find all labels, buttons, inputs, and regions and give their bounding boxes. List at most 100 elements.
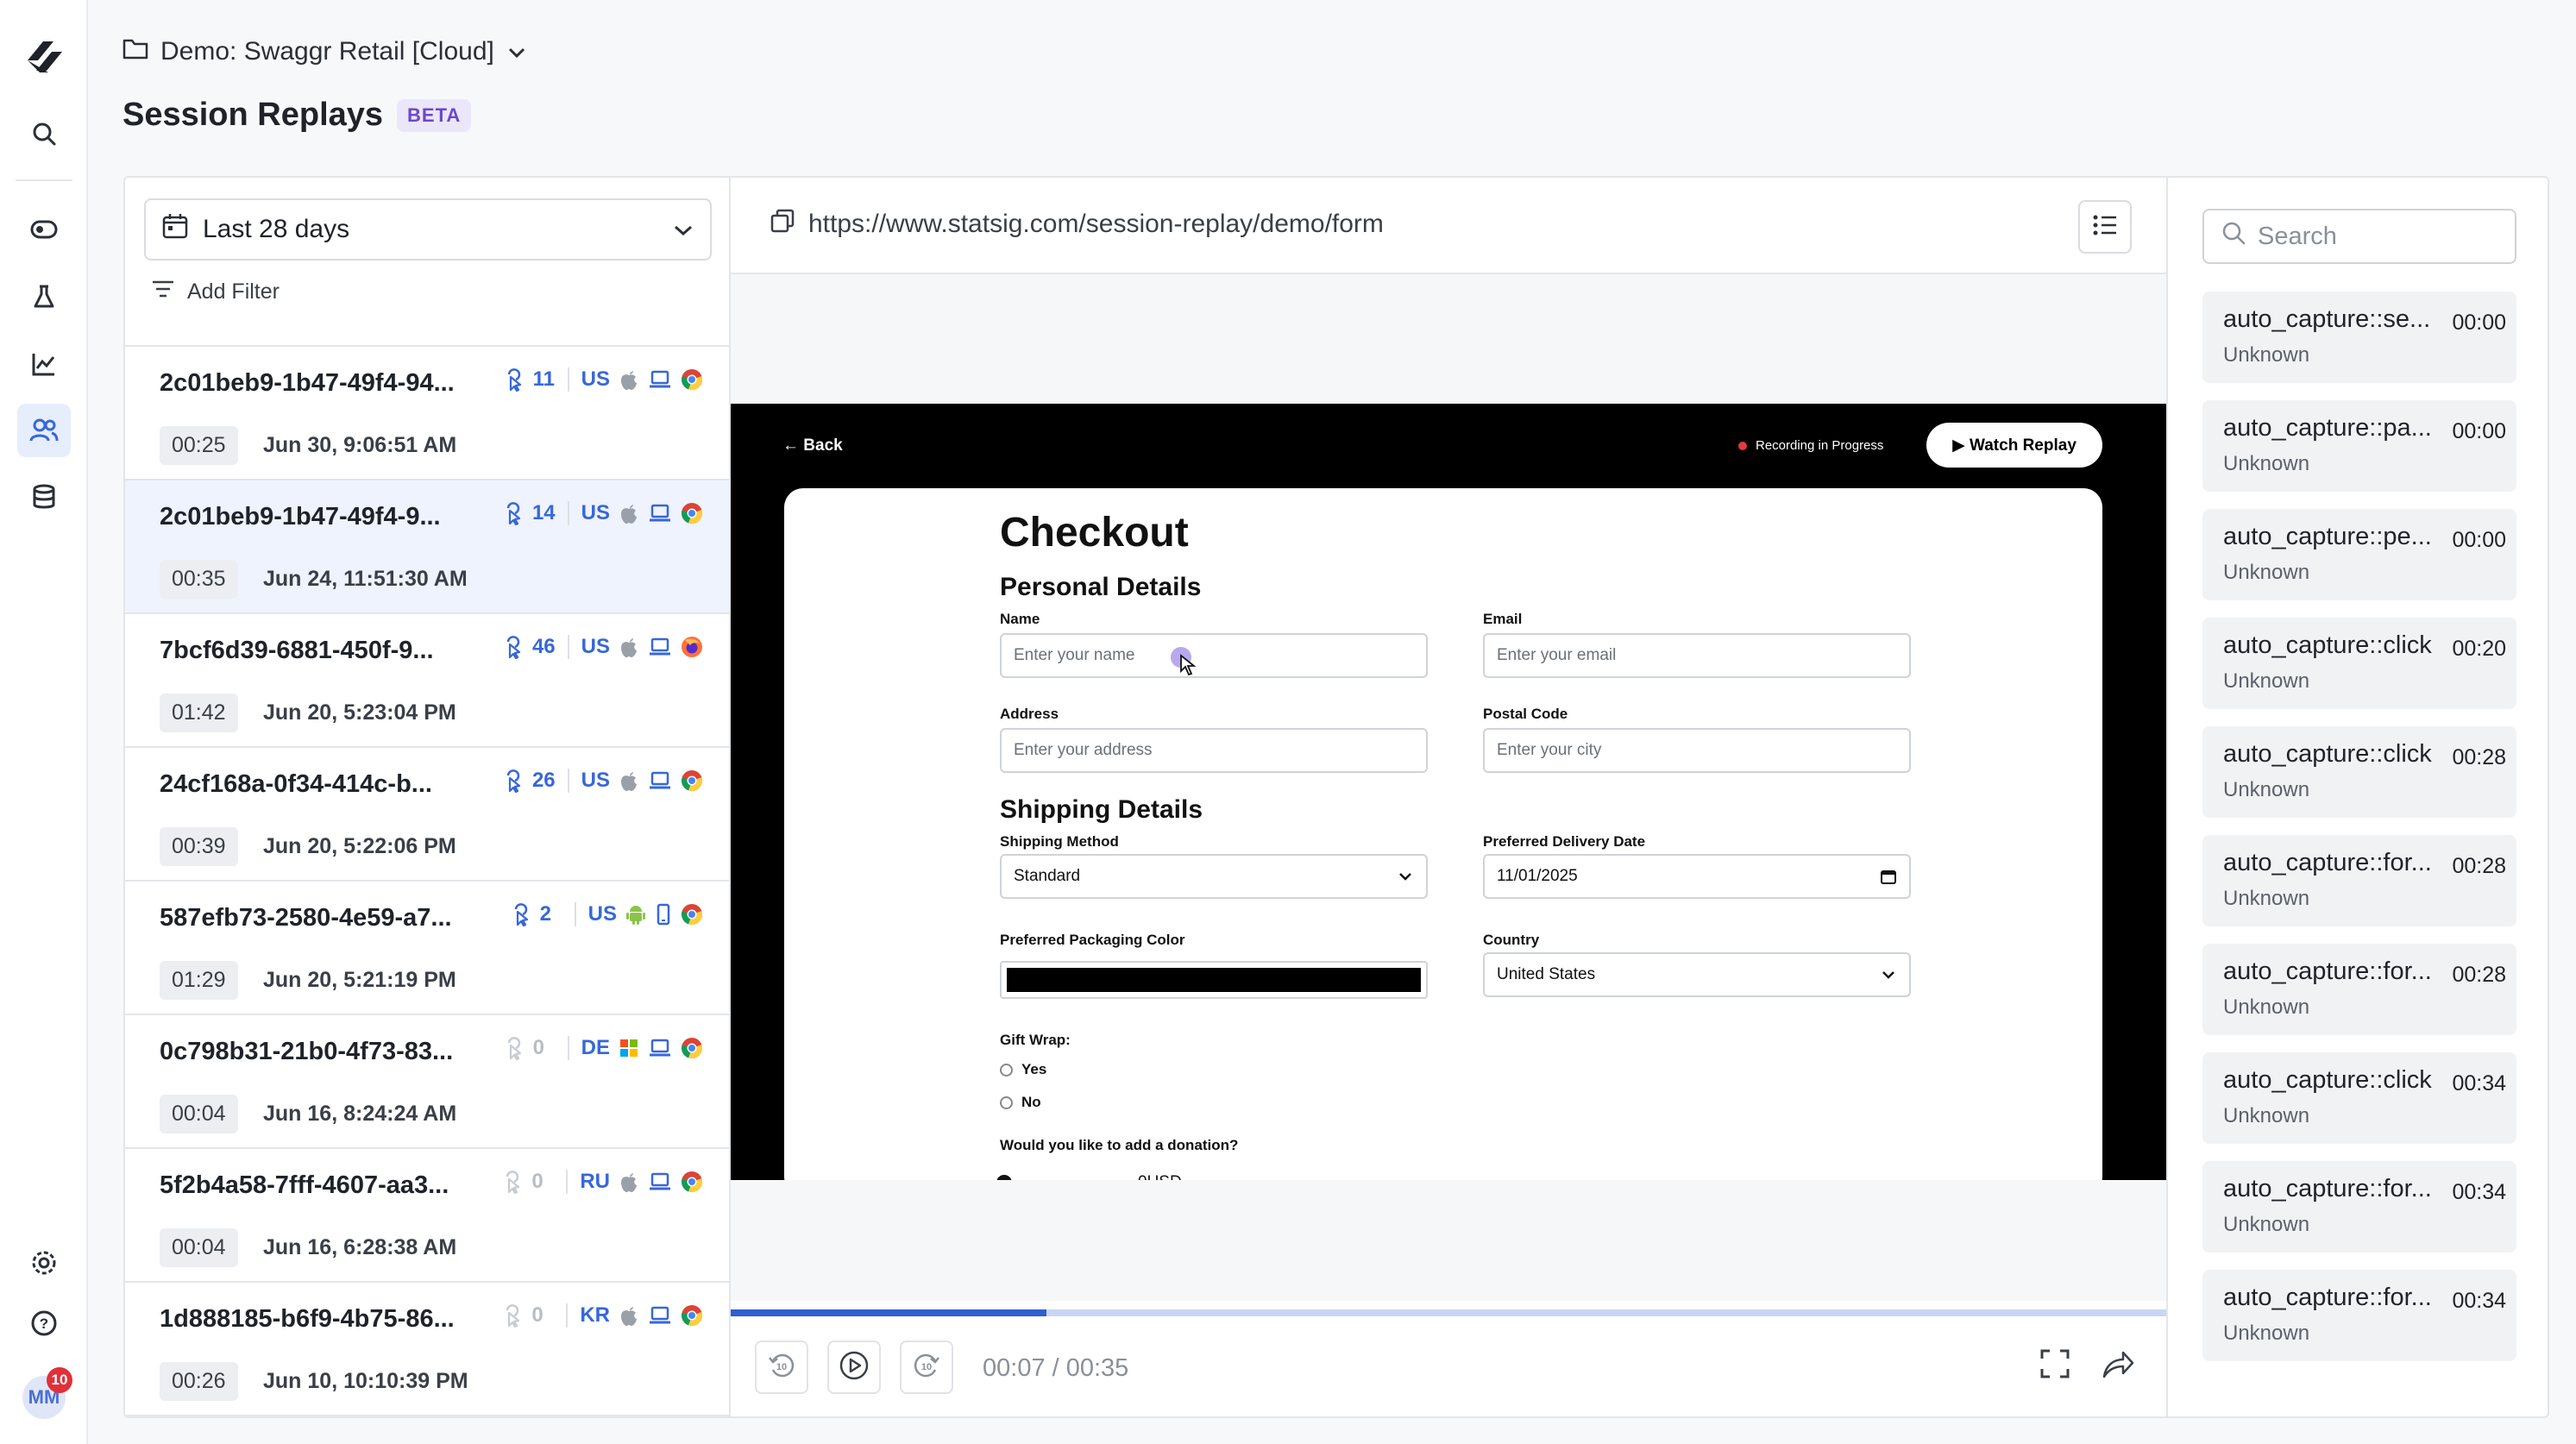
- event-item[interactable]: auto_capture::for... 00:28 Unknown: [2202, 944, 2516, 1035]
- watch-replay-button: ▶ Watch Replay: [1926, 423, 2102, 468]
- copy-icon[interactable]: [770, 209, 795, 240]
- radio-icon: [1000, 1096, 1013, 1109]
- session-meta: 0 KR: [499, 1303, 703, 1328]
- event-item[interactable]: auto_capture::click 00:34 Unknown: [2202, 1052, 2516, 1144]
- shipping-details-heading: Shipping Details: [1000, 795, 1203, 824]
- click-icon: [500, 367, 525, 392]
- divider: [567, 501, 569, 525]
- play-button[interactable]: [827, 1340, 881, 1394]
- session-duration: 01:42: [160, 694, 238, 732]
- recording-dot-icon: [1738, 441, 1747, 450]
- session-id: 0c798b31-21b0-4f73-83...: [160, 1038, 454, 1065]
- click-count: 0: [532, 1036, 545, 1059]
- list-icon: [2092, 214, 2118, 241]
- forward-10-icon: 10: [912, 1351, 941, 1384]
- analytics-chart-icon[interactable]: [27, 347, 61, 381]
- divider: [567, 769, 569, 793]
- session-row[interactable]: 0c798b31-21b0-4f73-83... 0 DE 00:04 Jun 16, …: [125, 1015, 729, 1149]
- beta-badge: BETA: [397, 98, 472, 132]
- chevron-down-icon: [1397, 868, 1414, 890]
- add-filter-label: Add Filter: [187, 279, 280, 304]
- event-subtitle: Unknown: [2223, 778, 2310, 801]
- replay-player-pane: https://www.statsig.com/session-replay/d…: [731, 178, 2166, 1416]
- event-time: 00:34: [2452, 1071, 2506, 1096]
- country-code: US: [581, 367, 610, 391]
- click-icon: [499, 1170, 523, 1194]
- replay-url[interactable]: https://www.statsig.com/session-replay/d…: [770, 209, 1384, 240]
- session-meta: 0 RU: [499, 1170, 703, 1194]
- event-subtitle: Unknown: [2223, 561, 2310, 584]
- experiments-flask-icon[interactable]: [27, 279, 61, 314]
- database-icon[interactable]: [27, 480, 61, 514]
- chrome-icon: [681, 903, 703, 926]
- laptop-icon: [648, 503, 672, 524]
- event-name: auto_capture::for...: [2223, 1175, 2432, 1202]
- users-icon[interactable]: [17, 404, 71, 457]
- session-timestamp: Jun 20, 5:21:19 PM: [263, 968, 456, 992]
- feature-gates-icon[interactable]: [27, 212, 61, 247]
- personal-details-heading: Personal Details: [1000, 573, 1202, 601]
- click-count: 0: [531, 1303, 543, 1327]
- notification-count-badge: 10: [47, 1367, 72, 1393]
- rewind-10-button[interactable]: 10: [755, 1340, 808, 1394]
- session-row[interactable]: 5f2b4a58-7fff-4607-aa3... 0 RU 00:04 Jun 16,…: [125, 1149, 729, 1283]
- session-row[interactable]: 587efb73-2580-4e59-a7... 2 US 01:29 Jun 20, …: [125, 882, 729, 1015]
- event-item[interactable]: auto_capture::for... 00:28 Unknown: [2202, 835, 2516, 926]
- country-code: US: [581, 769, 610, 792]
- event-name: auto_capture::click: [2223, 1066, 2432, 1094]
- replay-progress-bar[interactable]: [731, 1309, 2166, 1316]
- svg-text:?: ?: [40, 1315, 48, 1332]
- country-value: United States: [1497, 965, 1596, 983]
- player-controls: 10 10 00:07 / 00:35: [731, 1334, 2166, 1403]
- event-search-input[interactable]: Search: [2202, 209, 2516, 264]
- event-item[interactable]: auto_capture::pe... 00:00 Unknown: [2202, 509, 2516, 600]
- help-icon[interactable]: ?: [27, 1306, 61, 1340]
- workspace-switcher[interactable]: Demo: Swaggr Retail [Cloud]: [123, 35, 527, 69]
- divider: [574, 902, 576, 926]
- session-list: 2c01beb9-1b47-49f4-94... 11 US 00:25 Jun 30,…: [125, 345, 729, 1416]
- svg-text:10: 10: [921, 1362, 932, 1372]
- session-id: 5f2b4a58-7fff-4607-aa3...: [160, 1171, 449, 1199]
- event-item[interactable]: auto_capture::pa... 00:00 Unknown: [2202, 400, 2516, 492]
- event-list: auto_capture::se... 00:00 Unknownauto_capt…: [2202, 292, 2516, 1378]
- event-name: auto_capture::pe...: [2223, 523, 2432, 550]
- session-id: 2c01beb9-1b47-49f4-94...: [160, 369, 455, 397]
- rail-divider: [16, 179, 72, 181]
- event-list-toggle-button[interactable]: [2078, 200, 2132, 254]
- apple-icon: [619, 769, 639, 792]
- fullscreen-icon[interactable]: [2039, 1347, 2071, 1384]
- session-id: 7bcf6d39-6881-450f-9...: [160, 637, 434, 664]
- session-row[interactable]: 2c01beb9-1b47-49f4-94... 11 US 00:25 Jun 30,…: [125, 347, 729, 480]
- session-meta: 2 US: [507, 902, 703, 926]
- session-row[interactable]: 1d888185-b6f9-4b75-86... 0 KR 00:26 Jun 10, …: [125, 1283, 729, 1416]
- replay-viewport[interactable]: ← Back Recording in Progress ▶ Watch Rep…: [731, 404, 2166, 1180]
- settings-gear-icon[interactable]: [27, 1246, 61, 1280]
- session-duration: 01:29: [160, 961, 238, 1000]
- calendar-icon: [1880, 868, 1897, 890]
- event-item[interactable]: auto_capture::click 00:28 Unknown: [2202, 726, 2516, 818]
- event-item[interactable]: auto_capture::for... 00:34 Unknown: [2202, 1270, 2516, 1361]
- share-icon[interactable]: [2101, 1347, 2135, 1384]
- search-icon[interactable]: [27, 116, 61, 151]
- apple-icon: [619, 1171, 639, 1193]
- add-filter-button[interactable]: Add Filter: [151, 279, 280, 304]
- statsig-logo-icon[interactable]: [22, 35, 66, 78]
- country-label: Country: [1483, 932, 1540, 948]
- session-duration: 00:26: [160, 1362, 238, 1401]
- date-range-select[interactable]: Last 28 days: [144, 198, 712, 261]
- user-avatar[interactable]: MM 10: [22, 1367, 72, 1419]
- session-row[interactable]: 24cf168a-0f34-414c-b... 26 US 00:39 Jun 20, …: [125, 748, 729, 882]
- checkout-form: Checkout Personal Details Name Enter you…: [784, 488, 2102, 1180]
- click-icon: [499, 501, 524, 525]
- country-code: US: [581, 635, 610, 658]
- event-item[interactable]: auto_capture::se... 00:00 Unknown: [2202, 292, 2516, 383]
- session-row[interactable]: 7bcf6d39-6881-450f-9... 46 US 01:42 Jun 20, …: [125, 614, 729, 748]
- event-item[interactable]: auto_capture::for... 00:34 Unknown: [2202, 1161, 2516, 1253]
- event-item[interactable]: auto_capture::click 00:20 Unknown: [2202, 618, 2516, 709]
- event-list-pane: Search auto_capture::se... 00:00 Unknown au…: [2166, 178, 2548, 1416]
- session-timestamp: Jun 20, 5:23:04 PM: [263, 700, 456, 725]
- forward-10-button[interactable]: 10: [900, 1340, 953, 1394]
- session-row[interactable]: 2c01beb9-1b47-49f4-9... 14 US 00:35 Jun 24, …: [125, 480, 729, 614]
- donation-slider-knob: [996, 1175, 1012, 1180]
- session-id: 587efb73-2580-4e59-a7...: [160, 904, 452, 932]
